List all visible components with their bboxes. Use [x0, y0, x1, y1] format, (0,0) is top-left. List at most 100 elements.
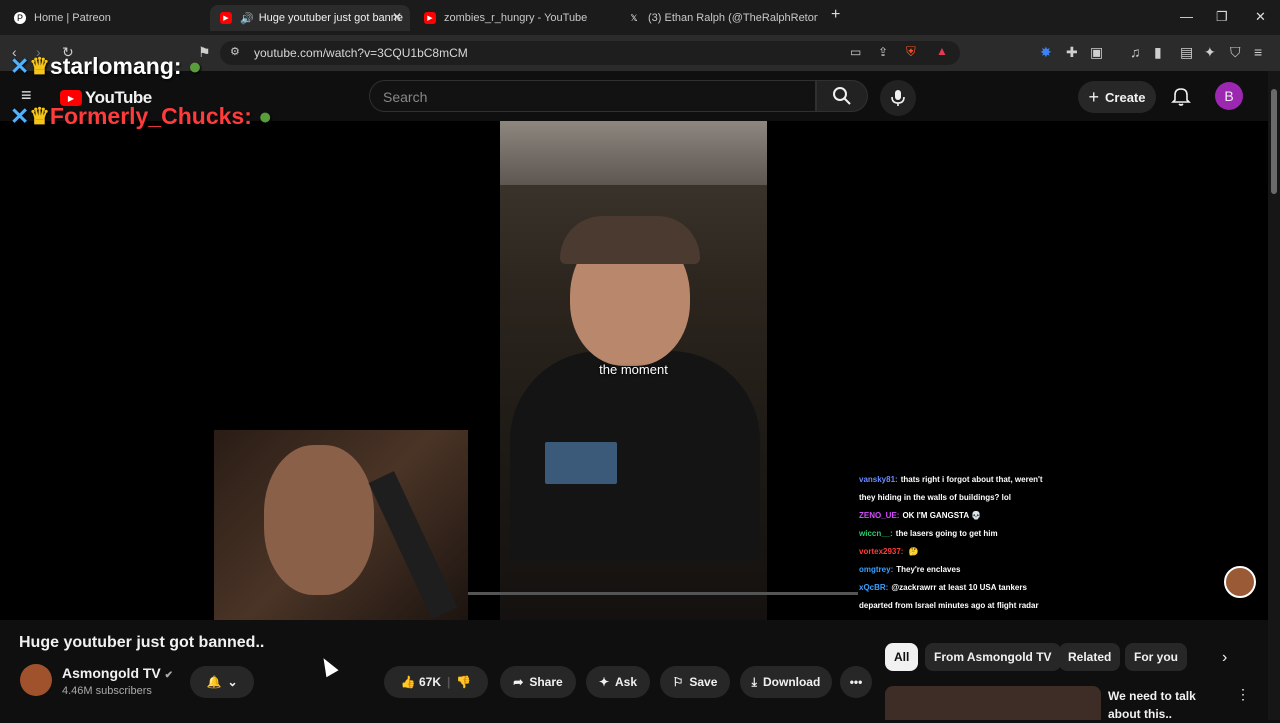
- sidebar-icon[interactable]: ▮: [1154, 44, 1162, 61]
- mouse-cursor-icon: [317, 654, 339, 678]
- thumbs-down-icon[interactable]: 👎: [456, 675, 471, 689]
- chat-message: xQcBR: @zackrawrr at least 10 USA tankers…: [859, 583, 1039, 610]
- youtube-icon: ▶: [220, 12, 232, 24]
- recommended-video-title[interactable]: We need to talk about this..: [1108, 687, 1230, 723]
- patreon-icon: P: [14, 12, 26, 24]
- restore-icon[interactable]: ❐: [1216, 9, 1228, 25]
- video-frame: the moment: [500, 121, 767, 620]
- overlay-chatter-1: ✕♛starlomang: ●: [10, 53, 202, 79]
- chip-from-asmongold[interactable]: From Asmongold TV: [925, 643, 1061, 671]
- brave-shield-icon[interactable]: ⛨: [906, 44, 916, 60]
- stream-chat-overlay: vansky81: thats right i forgot about that…: [859, 471, 1049, 615]
- extensions-icon[interactable]: ✚: [1066, 44, 1078, 61]
- subscription-bell-button[interactable]: 🔔 ⌄: [190, 666, 254, 698]
- thinking-emote-icon: 🤔: [908, 547, 919, 556]
- media-icon[interactable]: ♫: [1130, 44, 1141, 60]
- minimize-icon[interactable]: —: [1180, 9, 1193, 24]
- new-tab-icon[interactable]: +: [831, 6, 840, 24]
- x-icon: 𝕏: [630, 12, 638, 23]
- video-player[interactable]: the moment vansky81: thats right i forgot…: [0, 121, 1268, 620]
- verified-icon: ✔: [164, 670, 174, 681]
- facecam-head: [264, 445, 374, 595]
- leo-ai-icon[interactable]: ✦: [1204, 44, 1216, 61]
- close-window-icon[interactable]: ✕: [1255, 9, 1266, 25]
- chat-message: vansky81: thats right i forgot about that…: [859, 475, 1043, 502]
- video-top-blur: [500, 121, 767, 185]
- video-subtitle: the moment: [599, 362, 668, 377]
- chip-for-you[interactable]: For you: [1125, 643, 1187, 671]
- url-field[interactable]: ⚙ youtube.com/watch?v=3CQU1bC8mCM ▭ ⇪ ⛨ …: [220, 41, 960, 65]
- tab-zombies[interactable]: ▶ zombies_r_hungry - YouTube: [414, 5, 614, 31]
- chevron-right-icon[interactable]: ›: [1222, 649, 1227, 667]
- video-title: Huge youtuber just got banned..: [19, 634, 265, 651]
- crown-icon: ♛: [29, 103, 50, 129]
- sparkle-icon: ✦: [598, 675, 610, 689]
- tab-ethan-ralph[interactable]: 𝕏 (3) Ethan Ralph (@TheRalphRetort) /: [618, 5, 818, 31]
- share-icon: ➦: [513, 675, 524, 689]
- chip-all[interactable]: All: [885, 643, 919, 671]
- sword-crown-badge-icon: ✕: [10, 103, 30, 129]
- streamer-facecam: [214, 430, 468, 620]
- like-divider: |: [447, 675, 451, 689]
- chat-message: ZENO_UE: OK I'M GANGSTA 💀: [859, 511, 981, 520]
- speaker-icon: 🔊: [240, 12, 254, 25]
- page-scrollbar[interactable]: [1268, 71, 1280, 720]
- bell-icon: 🔔: [206, 675, 222, 689]
- create-button[interactable]: + Create: [1078, 81, 1156, 113]
- bookmark-icon: ⚐: [672, 675, 684, 689]
- more-actions-button[interactable]: •••: [840, 666, 872, 698]
- chat-message: omgtrey: They're enclaves: [859, 565, 961, 574]
- wallet-icon[interactable]: ▤: [1180, 44, 1193, 61]
- tab-patreon[interactable]: P Home | Patreon: [4, 5, 204, 31]
- brave-rewards-icon[interactable]: ▲: [936, 44, 948, 58]
- facecam-microphone: [368, 471, 458, 619]
- skull-emote-icon: 💀: [971, 511, 981, 520]
- download-icon: ⤓: [751, 674, 757, 689]
- more-vertical-icon[interactable]: ⋮: [1236, 686, 1250, 703]
- share-page-icon[interactable]: ⇪: [878, 45, 888, 59]
- vpn-icon[interactable]: ✸: [1040, 44, 1052, 61]
- plus-icon: +: [1088, 86, 1100, 107]
- chat-message: wiccn__: the lasers going to get him: [859, 529, 998, 538]
- share-button[interactable]: ➦ Share: [500, 666, 576, 698]
- pepe-emote-icon: ●: [187, 53, 202, 79]
- vpn-shield-icon[interactable]: ⛉: [1230, 44, 1241, 61]
- overlay-chatter-2: ✕♛Formerly_Chucks: ●: [10, 103, 273, 129]
- notifications-bell-icon[interactable]: [1171, 86, 1191, 106]
- more-horizontal-icon: •••: [849, 675, 863, 689]
- browser-tab-bar: P Home | Patreon ▶ 🔊 Huge youtuber just …: [0, 0, 1280, 35]
- close-tab-icon[interactable]: ✕: [392, 10, 402, 24]
- scrollbar-thumb[interactable]: [1271, 89, 1277, 194]
- pepe-emote-icon: ●: [258, 103, 273, 129]
- channel-avatar[interactable]: [20, 664, 52, 696]
- floating-avatar[interactable]: [1224, 566, 1256, 598]
- video-progress-bar[interactable]: [468, 592, 858, 595]
- chip-related[interactable]: Related: [1059, 643, 1121, 671]
- crown-icon: ♛: [29, 53, 50, 79]
- chevron-down-icon: ⌄: [227, 675, 238, 689]
- download-button[interactable]: ⤓ Download: [740, 666, 832, 698]
- like-button[interactable]: 👍 67K: [401, 675, 441, 689]
- screenshot-icon[interactable]: ▣: [1090, 44, 1103, 61]
- channel-name[interactable]: Asmongold TV ✔: [62, 665, 173, 681]
- thumbs-up-icon: 👍: [400, 675, 416, 689]
- embedded-video-card: [545, 442, 617, 484]
- video-person-cap: [560, 216, 700, 264]
- recommended-video-thumbnail[interactable]: [885, 686, 1101, 720]
- search-input[interactable]: Search: [369, 80, 816, 112]
- save-button[interactable]: ⚐ Save: [660, 666, 730, 698]
- youtube-icon: ▶: [424, 12, 436, 24]
- menu-icon[interactable]: ≡: [1254, 44, 1262, 60]
- chat-message: vortex2937: 🤔: [859, 547, 919, 556]
- ask-button[interactable]: ✦ Ask: [586, 666, 650, 698]
- voice-search-button[interactable]: [880, 80, 916, 116]
- search-icon: [833, 87, 851, 105]
- cast-icon[interactable]: ▭: [850, 45, 861, 59]
- site-info-icon[interactable]: ⚙: [230, 45, 240, 58]
- like-dislike-group: 👍 67K | 👎: [384, 666, 488, 698]
- tab-huge-youtuber[interactable]: ▶ 🔊 Huge youtuber just got banne ✕: [210, 5, 410, 31]
- search-button[interactable]: [816, 80, 868, 112]
- sword-crown-badge-icon: ✕: [10, 53, 30, 79]
- account-avatar[interactable]: B: [1215, 82, 1243, 110]
- subscriber-count: 4.46M subscribers: [62, 685, 152, 697]
